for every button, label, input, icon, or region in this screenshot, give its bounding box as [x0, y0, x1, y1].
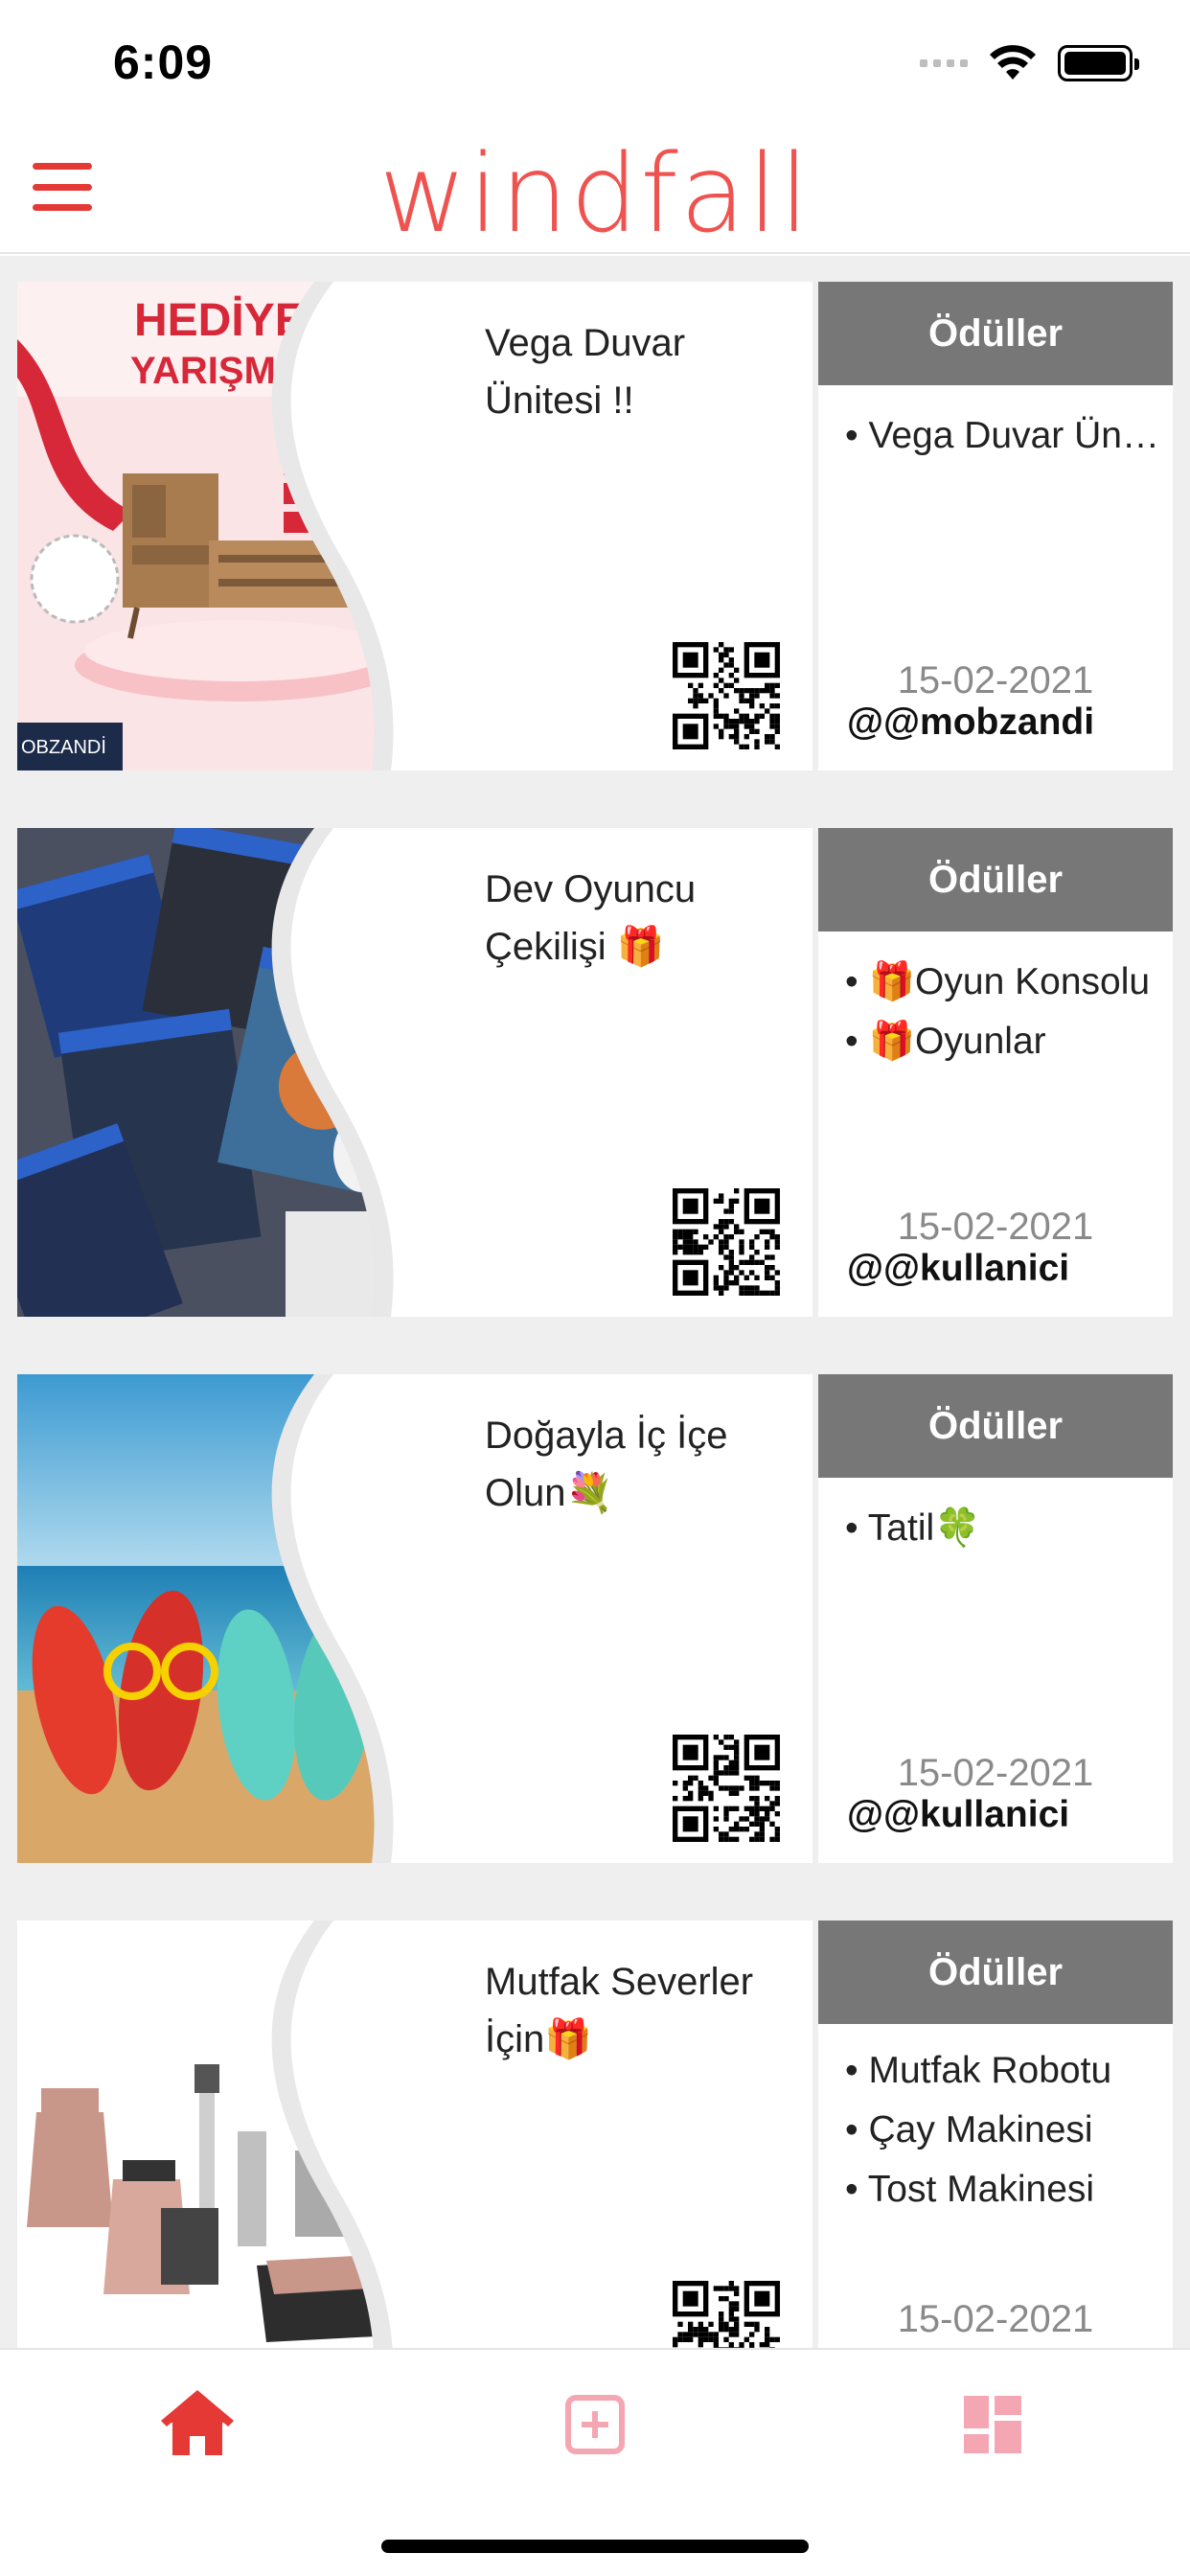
- svg-text:OBZANDİ: OBZANDİ: [21, 736, 106, 758]
- prizes-header: Ödüller: [818, 828, 1173, 932]
- card-user[interactable]: @@mobzandi: [847, 702, 1154, 744]
- prize-list: Tatil🍀: [818, 1478, 1173, 1558]
- prizes-panel: Ödüller Tatil🍀 15-02-2021 @@kullanici: [818, 1374, 1173, 1863]
- prizes-header: Ödüller: [818, 1920, 1173, 2024]
- giveaway-card[interactable]: HEDİYE YARIŞMASI OBZANDİ Vega Duvar Ünit…: [17, 282, 1173, 770]
- giveaway-card[interactable]: Mutfak Severler İçin🎁 Ödüller Mutfak Rob…: [17, 1920, 1173, 2348]
- card-title: Mutfak Severler İçin🎁: [485, 1961, 754, 2060]
- card-wave-divider: [271, 828, 506, 1317]
- dashboard-icon: [964, 2396, 1021, 2453]
- card-user[interactable]: @@kullanici: [847, 1794, 1154, 1836]
- prize-item: Tost Makinesi: [845, 2160, 1161, 2220]
- prize-item: Tatil🍀: [845, 1499, 1161, 1558]
- status-icons: [920, 42, 1139, 84]
- card-date: 15-02-2021: [897, 659, 1094, 702]
- prizes-panel: Ödüller Vega Duvar Ünitesi 15-02-2021 @@…: [818, 282, 1173, 770]
- card-main[interactable]: Doğayla İç İçe Olun💐: [17, 1374, 812, 1863]
- card-title: Dev Oyuncu Çekilişi 🎁: [485, 868, 697, 968]
- qr-code-icon[interactable]: [673, 1188, 780, 1296]
- prize-item: 🎁Oyun Konsolu: [845, 953, 1161, 1012]
- card-date: 15-02-2021: [897, 1752, 1094, 1794]
- app-header: windfall: [0, 125, 1190, 257]
- add-square-icon: [565, 2395, 625, 2454]
- home-icon: [161, 2390, 234, 2455]
- card-title: Vega Duvar Ünitesi !!: [485, 322, 686, 422]
- wifi-icon: [990, 45, 1036, 80]
- giveaway-card[interactable]: Dev Oyuncu Çekilişi 🎁 Ödüller 🎁Oyun Kons…: [17, 828, 1173, 1317]
- card-main[interactable]: HEDİYE YARIŞMASI OBZANDİ Vega Duvar Ünit…: [17, 282, 812, 770]
- status-time: 6:09: [113, 35, 214, 89]
- giveaway-card[interactable]: Doğayla İç İçe Olun💐 Ödüller Tatil🍀 15-0…: [17, 1374, 1173, 1863]
- giveaway-feed[interactable]: HEDİYE YARIŞMASI OBZANDİ Vega Duvar Ünit…: [0, 256, 1190, 2348]
- prize-list: 🎁Oyun Konsolu 🎁Oyunlar: [818, 932, 1173, 1071]
- prize-item: 🎁Oyunlar: [845, 1012, 1161, 1071]
- qr-code-icon[interactable]: [673, 2281, 780, 2348]
- tab-add[interactable]: [557, 2386, 633, 2463]
- prizes-panel: Ödüller 🎁Oyun Konsolu 🎁Oyunlar 15-02-202…: [818, 828, 1173, 1317]
- prizes-panel: Ödüller Mutfak Robotu Çay Makinesi Tost …: [818, 1920, 1173, 2348]
- qr-code-icon[interactable]: [673, 1735, 780, 1842]
- card-wave-divider: [271, 1920, 506, 2348]
- tab-dashboard[interactable]: [954, 2386, 1031, 2463]
- card-main[interactable]: Mutfak Severler İçin🎁: [17, 1920, 812, 2348]
- battery-icon: [1058, 45, 1139, 81]
- status-bar: 6:09: [0, 0, 1190, 125]
- prize-item: Mutfak Robotu: [845, 2041, 1161, 2101]
- app-logo: windfall: [378, 132, 812, 257]
- card-wave-divider: [271, 1374, 506, 1863]
- card-wave-divider: [271, 282, 506, 770]
- prizes-header: Ödüller: [818, 1374, 1173, 1478]
- bottom-tab-bar: [0, 2348, 1190, 2576]
- cellular-signal-icon: [920, 59, 968, 67]
- prize-item: Çay Makinesi: [845, 2101, 1161, 2160]
- qr-code-icon[interactable]: [673, 642, 780, 749]
- card-date: 15-02-2021: [897, 2298, 1094, 2340]
- home-indicator[interactable]: [381, 2540, 809, 2553]
- prize-list: Mutfak Robotu Çay Makinesi Tost Makinesi: [818, 2024, 1173, 2220]
- card-main[interactable]: Dev Oyuncu Çekilişi 🎁: [17, 828, 812, 1317]
- prize-list: Vega Duvar Ünitesi: [818, 385, 1173, 466]
- tab-home[interactable]: [159, 2386, 236, 2463]
- card-title: Doğayla İç İçe Olun💐: [485, 1414, 728, 1514]
- card-date: 15-02-2021: [897, 1206, 1094, 1248]
- prizes-header: Ödüller: [818, 282, 1173, 385]
- prize-item: Vega Duvar Ünitesi: [845, 406, 1162, 466]
- card-user[interactable]: @@kullanici: [847, 1248, 1154, 1290]
